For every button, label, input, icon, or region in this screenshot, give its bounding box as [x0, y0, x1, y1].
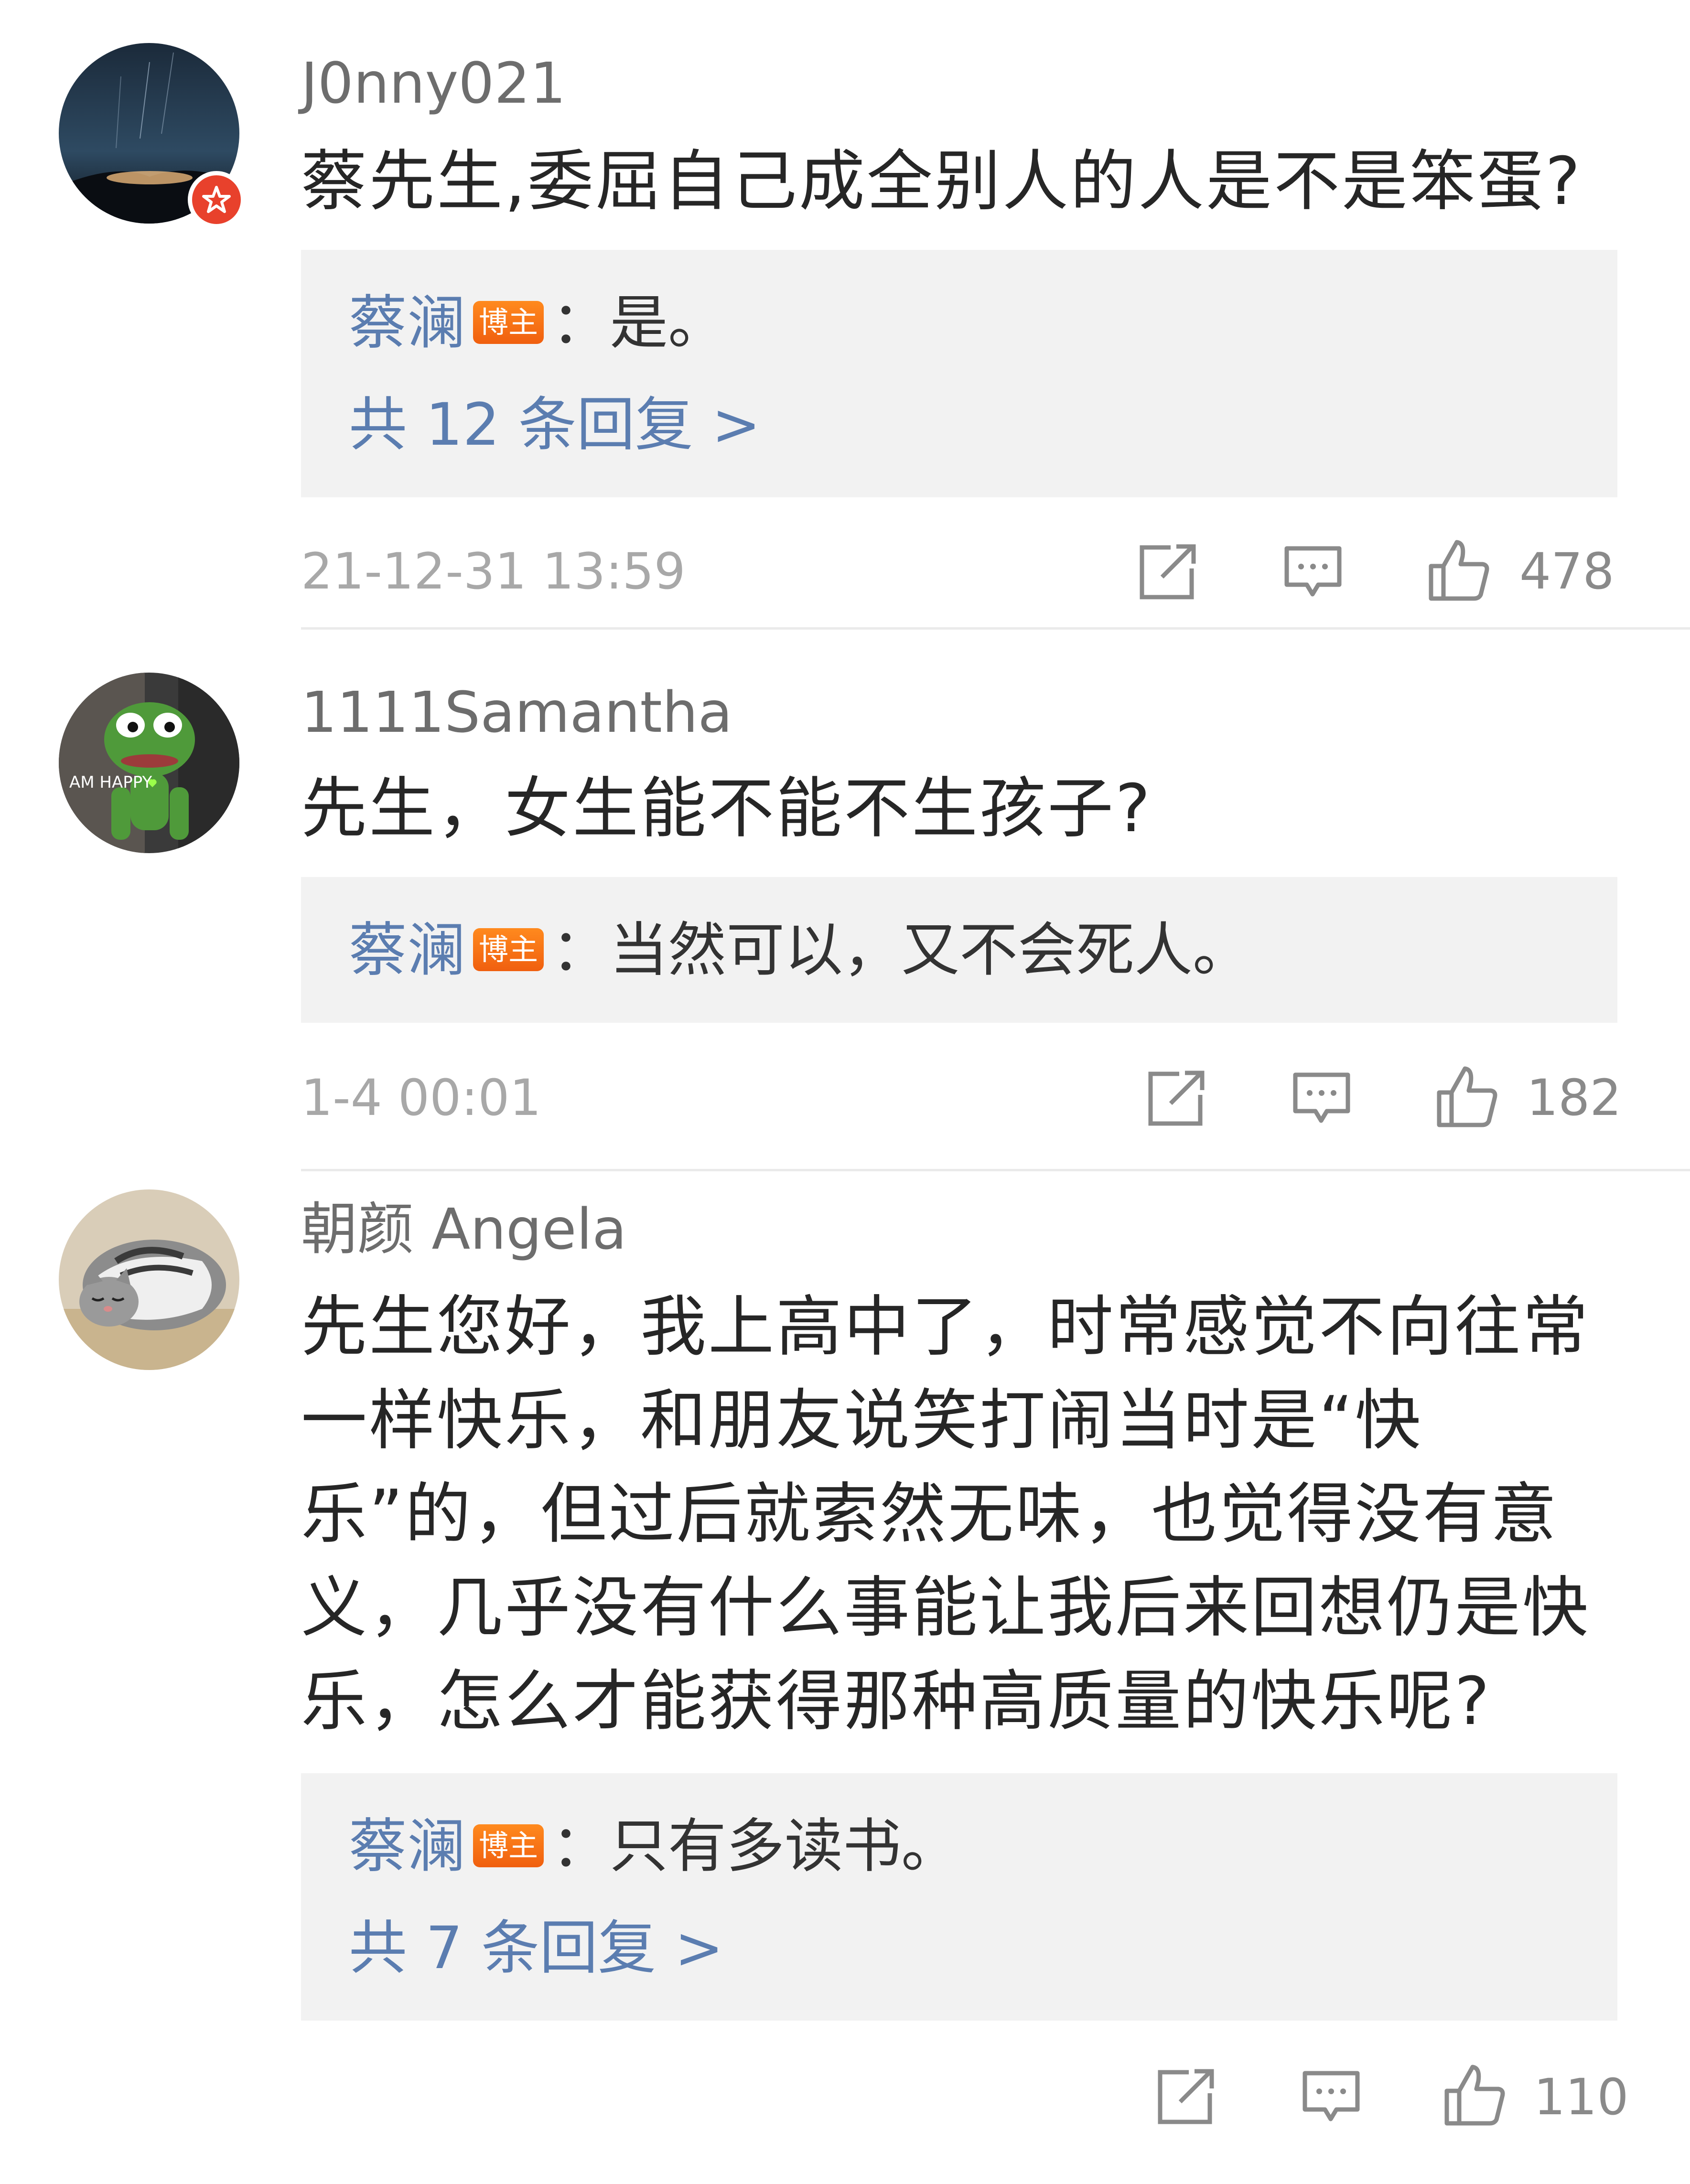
comment-item: J0nny021 蔡先生,委屈自己成全别人的人是不是笨蛋? 蔡澜 博主 ：是。 共 …	[0, 0, 1690, 630]
blogger-tag: 博主	[473, 1824, 544, 1867]
blogger-tag: 博主	[473, 300, 544, 344]
username[interactable]: 1111Samantha	[301, 684, 732, 740]
reply-line: 蔡澜 博主 ：只有多读书。	[349, 1817, 959, 1875]
share-icon[interactable]	[1146, 1070, 1206, 1129]
reply-text: ：是。	[551, 289, 727, 357]
reply-box[interactable]: 蔡澜 博主 ：是。 共 12 条回复 >	[301, 250, 1617, 497]
reply-line: 蔡澜 博主 ：是。	[349, 294, 726, 352]
timestamp: 1-4 00:01	[301, 1069, 541, 1127]
reply-text: ：当然可以，又不会死人。	[551, 916, 1251, 984]
username[interactable]: 朝颜 Angela	[301, 1201, 627, 1257]
comment-icon[interactable]	[1301, 2068, 1361, 2128]
sleeping-cat-avatar[interactable]	[59, 1189, 239, 1370]
more-replies-link[interactable]: 共 7 条回复 >	[349, 1919, 723, 1977]
like-icon[interactable]	[1426, 537, 1491, 604]
timestamp: 21-12-31 13:59	[301, 542, 686, 600]
like-icon[interactable]	[1434, 1064, 1499, 1131]
frog-plush-avatar[interactable]: AM HAPPY	[59, 673, 239, 853]
avatar-caption: AM HAPPY	[69, 773, 152, 792]
reply-box[interactable]: 蔡澜 博主 ：当然可以，又不会死人。	[301, 877, 1617, 1023]
share-icon[interactable]	[1137, 544, 1197, 603]
reply-box[interactable]: 蔡澜 博主 ：只有多读书。 共 7 条回复 >	[301, 1773, 1617, 2021]
like-count: 110	[1534, 2068, 1629, 2126]
divider	[301, 627, 1690, 630]
reply-author[interactable]: 蔡澜	[349, 289, 465, 357]
share-icon[interactable]	[1155, 2068, 1216, 2128]
vip-star-badge	[188, 171, 245, 228]
reply-author[interactable]: 蔡澜	[349, 1812, 465, 1880]
comment-icon[interactable]	[1292, 1070, 1352, 1129]
comment-text: 先生您好，我上高中了，时常感觉不向往常一样快乐，和朋友说笑打闹当时是“快乐”的，…	[301, 1288, 1591, 1740]
like-icon[interactable]	[1442, 2062, 1507, 2129]
reply-line: 蔡澜 博主 ：当然可以，又不会死人。	[349, 921, 1251, 979]
username[interactable]: J0nny021	[301, 55, 566, 111]
divider	[301, 1169, 1690, 1171]
reply-text: ：只有多读书。	[551, 1812, 960, 1880]
comment-text: 蔡先生,委屈自己成全别人的人是不是笨蛋?	[301, 143, 1582, 220]
blogger-tag: 博主	[473, 928, 544, 971]
like-count: 478	[1519, 542, 1615, 600]
more-replies-link[interactable]: 共 12 条回复 >	[349, 396, 761, 454]
comment-text: 先生，女生能不能不生孩子?	[301, 770, 1152, 847]
like-count: 182	[1527, 1069, 1622, 1127]
comment-icon[interactable]	[1283, 544, 1343, 603]
reply-author[interactable]: 蔡澜	[349, 916, 465, 984]
